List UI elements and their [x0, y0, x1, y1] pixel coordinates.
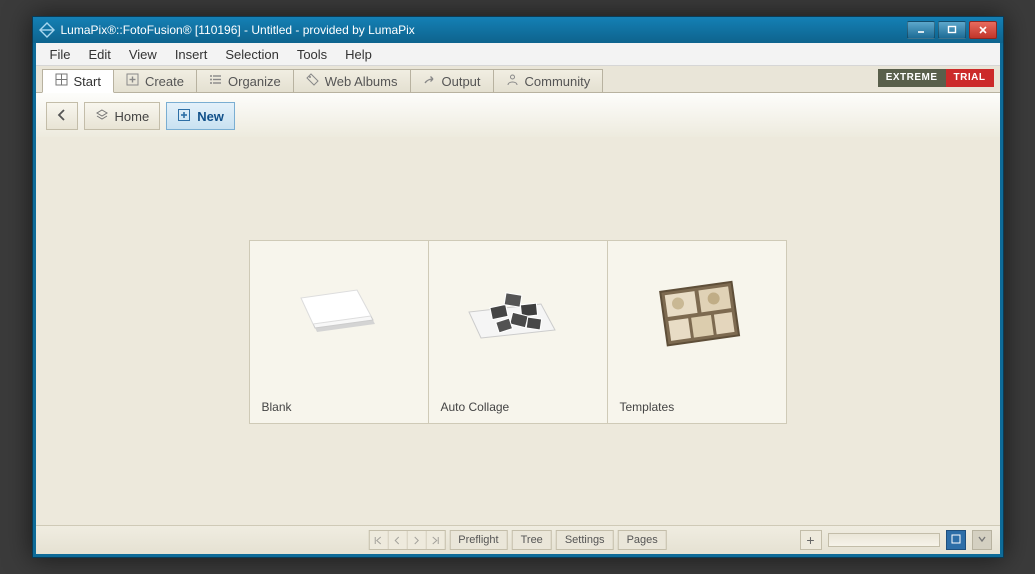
card-caption: Templates: [608, 391, 786, 423]
page-next-button[interactable]: [406, 531, 425, 549]
tab-output[interactable]: Output: [410, 69, 494, 92]
menu-help[interactable]: Help: [337, 45, 380, 64]
tab-label: Create: [145, 74, 184, 89]
home-button[interactable]: Home: [84, 102, 161, 130]
blank-page-icon: [284, 276, 394, 356]
tab-create[interactable]: Create: [113, 69, 197, 92]
badge-extreme: EXTREME: [878, 69, 946, 87]
new-options-row: Blank: [249, 240, 787, 424]
plus-icon: +: [806, 532, 814, 548]
app-window: LumaPix®::FotoFusion® [110196] - Untitle…: [32, 16, 1004, 558]
list-icon: [209, 73, 222, 89]
card-thumb: [429, 241, 607, 391]
card-thumb: [250, 241, 428, 391]
arrow-left-icon: [55, 108, 69, 125]
close-button[interactable]: [969, 21, 997, 39]
status-center-group: Preflight Tree Settings Pages: [368, 530, 667, 550]
card-blank[interactable]: Blank: [249, 240, 429, 424]
tab-organize[interactable]: Organize: [196, 69, 294, 92]
tab-label: Organize: [228, 74, 281, 89]
arrow-out-icon: [423, 73, 436, 89]
maximize-button[interactable]: [938, 21, 966, 39]
menu-file[interactable]: File: [42, 45, 79, 64]
grid-icon: [55, 73, 68, 89]
page-first-button[interactable]: [369, 531, 387, 549]
tab-bar: Start Create Organize Web Albums Output …: [36, 66, 1000, 93]
tab-community[interactable]: Community: [493, 69, 604, 92]
menu-edit[interactable]: Edit: [80, 45, 118, 64]
app-icon: [39, 22, 55, 38]
page-nav-group: [368, 530, 445, 550]
card-auto-collage[interactable]: Auto Collage: [429, 240, 608, 424]
tree-button[interactable]: Tree: [512, 530, 552, 550]
back-button[interactable]: [46, 102, 78, 130]
window-frame: File Edit View Insert Selection Tools He…: [33, 43, 1003, 557]
tab-label: Start: [74, 74, 101, 89]
menu-selection[interactable]: Selection: [217, 45, 286, 64]
layers-icon: [95, 108, 109, 125]
edition-badges: EXTREME TRIAL: [878, 69, 994, 87]
tab-label: Web Albums: [325, 74, 398, 89]
new-label: New: [197, 109, 224, 124]
menu-tools[interactable]: Tools: [289, 45, 335, 64]
plus-box-icon: [126, 73, 139, 89]
settings-button[interactable]: Settings: [556, 530, 614, 550]
tab-label: Output: [442, 74, 481, 89]
status-bar: Preflight Tree Settings Pages +: [36, 525, 1000, 554]
tab-web-albums[interactable]: Web Albums: [293, 69, 411, 92]
tab-label: Community: [525, 74, 591, 89]
card-templates[interactable]: Templates: [608, 240, 787, 424]
zoom-slider[interactable]: [828, 533, 940, 547]
chevron-down-icon: [977, 533, 987, 547]
menu-insert[interactable]: Insert: [167, 45, 216, 64]
page-last-button[interactable]: [425, 531, 444, 549]
content-area: Blank: [36, 137, 1000, 526]
window-controls: [907, 21, 997, 39]
templates-icon: [642, 276, 752, 356]
menu-view[interactable]: View: [121, 45, 165, 64]
breadcrumb-toolbar: Home New: [36, 93, 1000, 140]
card-caption: Auto Collage: [429, 391, 607, 423]
card-caption: Blank: [250, 391, 428, 423]
minimize-button[interactable]: [907, 21, 935, 39]
fit-screen-button[interactable]: [946, 530, 966, 550]
fit-icon: [951, 533, 961, 547]
collapse-button[interactable]: [972, 530, 992, 550]
pages-button[interactable]: Pages: [618, 530, 667, 550]
new-button[interactable]: New: [166, 102, 235, 130]
tab-start[interactable]: Start: [42, 69, 114, 93]
menu-bar: File Edit View Insert Selection Tools He…: [36, 43, 1000, 66]
collage-icon: [463, 276, 573, 356]
badge-trial: TRIAL: [946, 69, 994, 87]
title-bar: LumaPix®::FotoFusion® [110196] - Untitle…: [33, 17, 1003, 43]
people-icon: [506, 73, 519, 89]
page-prev-button[interactable]: [387, 531, 406, 549]
zoom-plus-button[interactable]: +: [800, 530, 822, 550]
plus-box-icon: [177, 108, 191, 125]
card-thumb: [608, 241, 786, 391]
preflight-button[interactable]: Preflight: [449, 530, 507, 550]
tag-icon: [306, 73, 319, 89]
window-title: LumaPix®::FotoFusion® [110196] - Untitle…: [61, 23, 907, 37]
status-right-group: +: [800, 530, 992, 550]
home-label: Home: [115, 109, 150, 124]
